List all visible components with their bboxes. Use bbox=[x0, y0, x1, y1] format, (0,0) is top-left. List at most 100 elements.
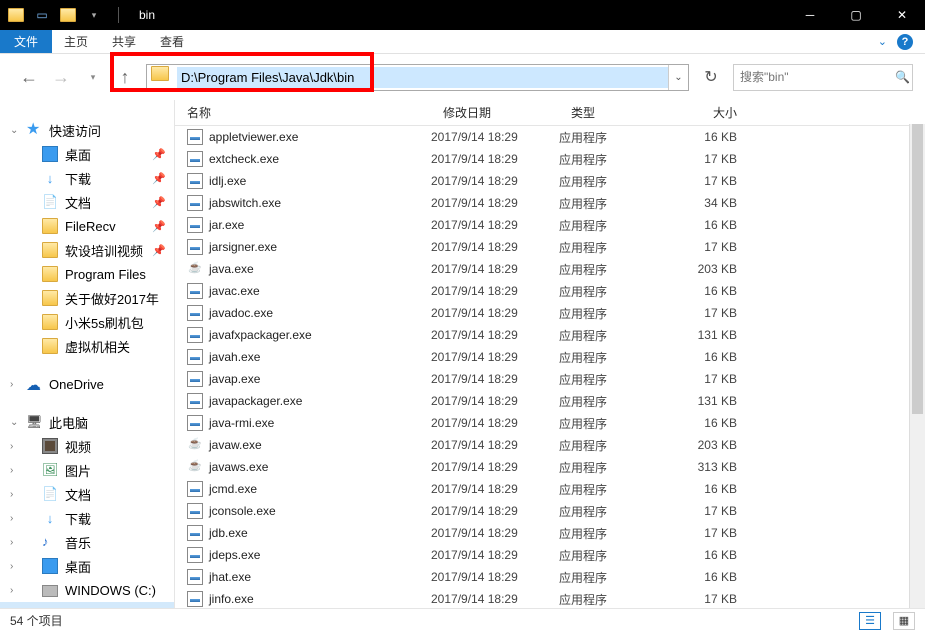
search-icon[interactable]: 🔍 bbox=[895, 70, 910, 84]
file-row[interactable]: javap.exe2017/9/14 18:29应用程序17 KB bbox=[175, 368, 925, 390]
expand-icon[interactable]: › bbox=[10, 513, 13, 524]
col-size[interactable]: 大小 bbox=[677, 104, 757, 121]
view-details-button[interactable]: ☰ bbox=[859, 612, 881, 630]
file-row[interactable]: javaws.exe2017/9/14 18:29应用程序313 KB bbox=[175, 456, 925, 478]
maximize-button[interactable]: ▢ bbox=[833, 0, 879, 30]
file-row[interactable]: javapackager.exe2017/9/14 18:29应用程序131 K… bbox=[175, 390, 925, 412]
sidebar-quick-access[interactable]: ⌄ ★ 快速访问 bbox=[0, 118, 174, 142]
expand-icon[interactable]: › bbox=[10, 379, 13, 390]
sidebar-item[interactable]: ›📄文档 bbox=[0, 482, 174, 506]
tab-view[interactable]: 查看 bbox=[148, 30, 196, 53]
sidebar-item[interactable]: ›🖼图片 bbox=[0, 458, 174, 482]
qat-dropdown-icon[interactable]: ▾ bbox=[86, 7, 102, 23]
sidebar-item[interactable]: ›桌面 bbox=[0, 554, 174, 578]
file-type: 应用程序 bbox=[559, 239, 677, 256]
file-row[interactable]: javaw.exe2017/9/14 18:29应用程序203 KB bbox=[175, 434, 925, 456]
address-bar[interactable]: ⌄ bbox=[146, 64, 689, 91]
expand-icon[interactable]: › bbox=[10, 441, 13, 452]
navigation-pane[interactable]: ⌄ ★ 快速访问 桌面📌↓下载📌📄文档📌FileRecv📌软设培训视频📌Prog… bbox=[0, 100, 175, 608]
minimize-button[interactable]: ─ bbox=[787, 0, 833, 30]
file-size: 131 KB bbox=[677, 328, 757, 342]
file-row[interactable]: appletviewer.exe2017/9/14 18:29应用程序16 KB bbox=[175, 126, 925, 148]
file-row[interactable]: extcheck.exe2017/9/14 18:29应用程序17 KB bbox=[175, 148, 925, 170]
file-name: appletviewer.exe bbox=[209, 130, 298, 144]
exe-icon bbox=[187, 525, 203, 541]
help-icon[interactable]: ? bbox=[897, 34, 913, 50]
properties-icon[interactable]: ▭ bbox=[34, 7, 50, 23]
file-row[interactable]: jcmd.exe2017/9/14 18:29应用程序16 KB bbox=[175, 478, 925, 500]
sidebar-item[interactable]: ›↓下载 bbox=[0, 506, 174, 530]
scrollbar[interactable] bbox=[909, 124, 925, 608]
file-name: idlj.exe bbox=[209, 174, 246, 188]
file-row[interactable]: jdeps.exe2017/9/14 18:29应用程序16 KB bbox=[175, 544, 925, 566]
sidebar-item[interactable]: Program Files bbox=[0, 262, 174, 286]
expand-icon[interactable]: › bbox=[10, 489, 13, 500]
forward-button[interactable]: → bbox=[50, 66, 72, 88]
address-dropdown-icon[interactable]: ⌄ bbox=[668, 65, 688, 90]
new-folder-icon[interactable] bbox=[60, 7, 76, 23]
sidebar-this-pc[interactable]: ⌄ 🖥 此电脑 bbox=[0, 410, 174, 434]
file-type: 应用程序 bbox=[559, 503, 677, 520]
file-date: 2017/9/14 18:29 bbox=[431, 174, 559, 188]
file-row[interactable]: javafxpackager.exe2017/9/14 18:29应用程序131… bbox=[175, 324, 925, 346]
sidebar-item[interactable]: 软设培训视频📌 bbox=[0, 238, 174, 262]
search-box[interactable]: 🔍 bbox=[733, 64, 913, 91]
file-row[interactable]: jinfo.exe2017/9/14 18:29应用程序17 KB bbox=[175, 588, 925, 608]
refresh-button[interactable]: ↻ bbox=[699, 65, 723, 89]
col-date[interactable]: 修改日期 bbox=[431, 104, 559, 121]
folder-icon bbox=[42, 218, 58, 234]
file-type: 应用程序 bbox=[559, 305, 677, 322]
file-date: 2017/9/14 18:29 bbox=[431, 284, 559, 298]
expand-icon[interactable]: ⌄ bbox=[10, 125, 18, 136]
file-row[interactable]: jabswitch.exe2017/9/14 18:29应用程序34 KB bbox=[175, 192, 925, 214]
file-row[interactable]: jdb.exe2017/9/14 18:29应用程序17 KB bbox=[175, 522, 925, 544]
exe-icon bbox=[187, 349, 203, 365]
sidebar-item[interactable]: ›♪音乐 bbox=[0, 530, 174, 554]
file-row[interactable]: javadoc.exe2017/9/14 18:29应用程序17 KB bbox=[175, 302, 925, 324]
file-row[interactable]: jconsole.exe2017/9/14 18:29应用程序17 KB bbox=[175, 500, 925, 522]
file-row[interactable]: javac.exe2017/9/14 18:29应用程序16 KB bbox=[175, 280, 925, 302]
close-button[interactable]: ✕ bbox=[879, 0, 925, 30]
sidebar-item[interactable]: ↓下载📌 bbox=[0, 166, 174, 190]
file-name: jabswitch.exe bbox=[209, 196, 281, 210]
col-type[interactable]: 类型 bbox=[559, 104, 677, 121]
sidebar-item[interactable]: 小米5s刷机包 bbox=[0, 310, 174, 334]
view-icons-button[interactable]: ▦ bbox=[893, 612, 915, 630]
file-row[interactable]: javah.exe2017/9/14 18:29应用程序16 KB bbox=[175, 346, 925, 368]
file-type: 应用程序 bbox=[559, 437, 677, 454]
file-row[interactable]: idlj.exe2017/9/14 18:29应用程序17 KB bbox=[175, 170, 925, 192]
file-tab[interactable]: 文件 bbox=[0, 30, 52, 53]
expand-icon[interactable]: › bbox=[10, 465, 13, 476]
expand-icon[interactable]: › bbox=[10, 561, 13, 572]
file-list[interactable]: 名称 修改日期 类型 大小 appletviewer.exe2017/9/14 … bbox=[175, 100, 925, 608]
ribbon-tabs: 文件 主页 共享 查看 ⌄ ? bbox=[0, 30, 925, 54]
file-date: 2017/9/14 18:29 bbox=[431, 262, 559, 276]
sidebar-item[interactable]: 桌面📌 bbox=[0, 142, 174, 166]
file-row[interactable]: jarsigner.exe2017/9/14 18:29应用程序17 KB bbox=[175, 236, 925, 258]
sidebar-item[interactable]: ›WINDOWS (C:) bbox=[0, 578, 174, 602]
file-row[interactable]: jhat.exe2017/9/14 18:29应用程序16 KB bbox=[175, 566, 925, 588]
sidebar-item[interactable]: 虚拟机相关 bbox=[0, 334, 174, 358]
expand-icon[interactable]: › bbox=[10, 537, 13, 548]
sidebar-item[interactable]: 📄文档📌 bbox=[0, 190, 174, 214]
file-row[interactable]: java.exe2017/9/14 18:29应用程序203 KB bbox=[175, 258, 925, 280]
ribbon-expand-icon[interactable]: ⌄ bbox=[878, 35, 887, 48]
col-name[interactable]: 名称 bbox=[175, 104, 431, 121]
back-button[interactable]: ← bbox=[18, 66, 40, 88]
file-row[interactable]: jar.exe2017/9/14 18:29应用程序16 KB bbox=[175, 214, 925, 236]
sidebar-onedrive[interactable]: › ☁ OneDrive bbox=[0, 372, 174, 396]
expand-icon[interactable]: › bbox=[10, 585, 13, 596]
tab-share[interactable]: 共享 bbox=[100, 30, 148, 53]
history-dropdown-icon[interactable]: ▾ bbox=[82, 66, 104, 88]
expand-icon[interactable]: ⌄ bbox=[10, 417, 18, 428]
folder-icon bbox=[42, 314, 58, 330]
file-type: 应用程序 bbox=[559, 481, 677, 498]
tab-home[interactable]: 主页 bbox=[52, 30, 100, 53]
up-button[interactable]: ↑ bbox=[114, 66, 136, 88]
file-row[interactable]: java-rmi.exe2017/9/14 18:29应用程序16 KB bbox=[175, 412, 925, 434]
sidebar-item[interactable]: FileRecv📌 bbox=[0, 214, 174, 238]
search-input[interactable] bbox=[740, 70, 895, 84]
address-input[interactable] bbox=[177, 67, 668, 88]
sidebar-item[interactable]: ›视频 bbox=[0, 434, 174, 458]
sidebar-item[interactable]: 关于做好2017年 bbox=[0, 286, 174, 310]
